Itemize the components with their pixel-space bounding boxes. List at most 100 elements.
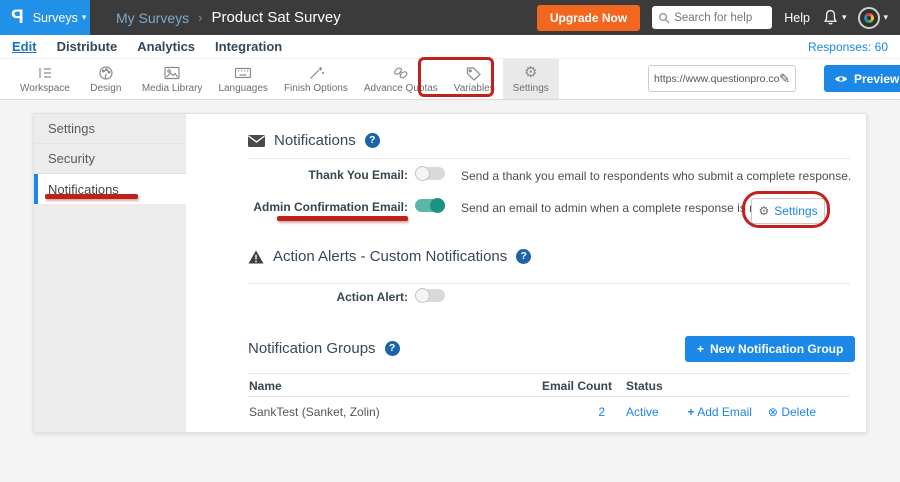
section-title-text: Notifications <box>274 132 356 149</box>
account-menu[interactable]: ▾ <box>858 7 888 29</box>
admin-confirmation-email-label: Admin Confirmation Email: <box>188 200 408 214</box>
image-icon <box>162 65 182 81</box>
table-row: SankTest (Sanket, Zolin) 2 Active + Add … <box>248 397 850 427</box>
notifications-section-title: Notifications ? <box>248 132 380 149</box>
edit-url-pencil-icon[interactable]: ✎ <box>779 71 790 87</box>
preview-label: Preview <box>854 72 899 86</box>
table-header-row: Name Email Count Status <box>248 373 850 397</box>
toolbar-label: Workspace <box>20 83 70 94</box>
wand-icon <box>306 65 326 81</box>
toolbar-item-settings[interactable]: ⚙ Settings <box>503 59 559 99</box>
envelope-icon <box>248 135 265 147</box>
admin-confirmation-email-description: Send an email to admin when a complete r… <box>461 201 798 215</box>
topbar-right: Upgrade Now Help ▾ ▾ <box>537 5 900 31</box>
notification-groups-title: Notification Groups ? <box>248 340 400 357</box>
help-search-input[interactable] <box>674 12 764 24</box>
col-header-status: Status <box>626 379 663 393</box>
eye-icon <box>834 74 848 84</box>
tab-analytics[interactable]: Analytics <box>137 39 195 54</box>
toolbar-label: Advance Quotas <box>364 83 438 94</box>
toolbar-item-variables[interactable]: Variables <box>446 59 503 99</box>
help-search-box[interactable] <box>652 6 772 29</box>
notifications-bell-menu[interactable]: ▾ <box>822 9 847 26</box>
surveys-menu-label: Surveys <box>33 11 78 25</box>
help-link[interactable]: Help <box>784 11 810 25</box>
brand-area[interactable]: P Surveys ▾ <box>0 0 90 35</box>
breadcrumb: My Surveys › Product Sat Survey <box>116 9 341 26</box>
sidebar-item-notifications[interactable]: Notifications <box>34 174 186 204</box>
tab-edit[interactable]: Edit <box>12 39 37 54</box>
help-question-icon[interactable]: ? <box>385 341 400 356</box>
toolbar-item-design[interactable]: Design <box>78 59 134 99</box>
section-divider <box>248 283 850 284</box>
sidebar-item-security[interactable]: Security <box>34 144 186 174</box>
email-count-link[interactable]: 2 <box>598 405 605 419</box>
admin-confirmation-email-toggle[interactable] <box>415 199 445 212</box>
chain-icon <box>391 65 411 81</box>
workspace-icon <box>35 65 55 81</box>
breadcrumb-my-surveys[interactable]: My Surveys <box>116 10 189 26</box>
plus-icon: + <box>697 342 704 356</box>
section-divider <box>248 158 850 159</box>
add-email-label: Add Email <box>697 405 752 419</box>
col-header-name: Name <box>249 379 282 393</box>
new-notification-group-button[interactable]: + New Notification Group <box>685 336 855 362</box>
help-question-icon[interactable]: ? <box>365 133 380 148</box>
sidebar-item-settings[interactable]: Settings <box>34 114 186 144</box>
toolbar-item-advance-quotas[interactable]: Advance Quotas <box>356 59 446 99</box>
settings-card: Settings Security Notifications Notifica… <box>33 113 867 433</box>
toolbar-item-languages[interactable]: Languages <box>210 59 276 99</box>
upgrade-now-button[interactable]: Upgrade Now <box>537 5 640 31</box>
responses-count[interactable]: Responses: 60 <box>808 40 888 54</box>
survey-url-field[interactable]: ✎ <box>648 65 796 92</box>
toolbar-label: Settings <box>513 83 549 94</box>
settings-sidebar: Settings Security Notifications <box>34 114 186 432</box>
palette-icon <box>96 65 116 81</box>
survey-nav: Edit Distribute Analytics Integration Re… <box>0 35 900 58</box>
delete-link[interactable]: ⊗ Delete <box>768 405 816 419</box>
chevron-down-icon: ▾ <box>82 12 87 23</box>
admin-email-settings-button[interactable]: ⚙ Settings <box>751 198 825 224</box>
toolbar-item-finish-options[interactable]: Finish Options <box>276 59 356 99</box>
action-alert-toggle[interactable] <box>415 289 445 302</box>
status-link[interactable]: Active <box>626 405 659 419</box>
section-title-text: Action Alerts - Custom Notifications <box>273 248 507 265</box>
tab-integration[interactable]: Integration <box>215 39 282 54</box>
thank-you-email-label: Thank You Email: <box>188 168 408 182</box>
chevron-down-icon: ▾ <box>883 12 888 23</box>
bell-icon <box>822 9 839 26</box>
section-title-text: Notification Groups <box>248 340 376 357</box>
tab-distribute[interactable]: Distribute <box>57 39 118 54</box>
questionpro-logo-icon: P <box>11 7 24 29</box>
plus-icon: + <box>688 405 695 419</box>
notification-groups-table: Name Email Count Status SankTest (Sanket… <box>248 373 850 427</box>
gear-icon: ⚙ <box>758 203 769 219</box>
thank-you-email-description: Send a thank you email to respondents wh… <box>461 169 851 183</box>
settings-button-label: Settings <box>774 204 817 218</box>
warning-triangle-icon <box>248 250 264 264</box>
top-bar: P Surveys ▾ My Surveys › Product Sat Sur… <box>0 0 900 35</box>
new-group-label: New Notification Group <box>710 342 843 356</box>
thank-you-email-toggle[interactable] <box>415 167 445 180</box>
search-icon <box>658 12 670 24</box>
action-alert-label: Action Alert: <box>188 290 408 304</box>
action-alerts-section-title: Action Alerts - Custom Notifications ? <box>248 248 531 265</box>
toolbar-item-workspace[interactable]: Workspace <box>12 59 78 99</box>
chevron-down-icon: ▾ <box>842 12 847 23</box>
group-name-cell: SankTest (Sanket, Zolin) <box>249 405 380 419</box>
toolbar-item-media-library[interactable]: Media Library <box>134 59 211 99</box>
toolbar-label: Finish Options <box>284 83 348 94</box>
app-screen: P Surveys ▾ My Surveys › Product Sat Sur… <box>0 0 900 482</box>
toolbar-label: Design <box>90 83 121 94</box>
surveys-menu[interactable]: Surveys ▾ <box>33 11 87 25</box>
preview-button[interactable]: Preview <box>824 65 900 92</box>
breadcrumb-separator-icon: › <box>198 10 202 25</box>
col-header-email-count: Email Count <box>542 379 612 393</box>
delete-circle-icon: ⊗ <box>768 405 778 419</box>
add-email-link[interactable]: + Add Email <box>688 405 752 419</box>
survey-url-input[interactable] <box>654 73 779 85</box>
toolbar-label: Variables <box>454 83 495 94</box>
help-question-icon[interactable]: ? <box>516 249 531 264</box>
breadcrumb-current-survey: Product Sat Survey <box>211 9 340 26</box>
avatar <box>858 7 880 29</box>
